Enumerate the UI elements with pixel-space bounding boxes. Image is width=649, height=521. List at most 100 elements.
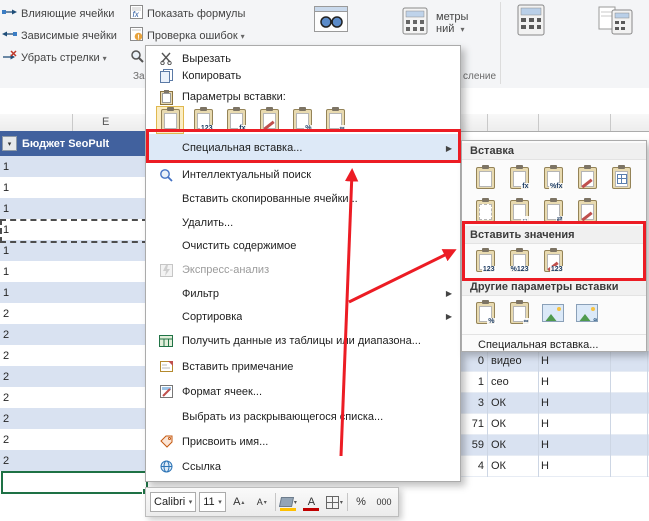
cut-icon: [154, 52, 178, 65]
menu-item-paste-special[interactable]: Специальная вставка... ▶: [146, 134, 460, 162]
table-row[interactable]: 2: [0, 324, 146, 345]
font-color-button[interactable]: А: [301, 492, 321, 512]
column-divider: [610, 114, 611, 131]
trace-precedents-label: Влияющие ячейки: [21, 8, 115, 20]
font-name-select[interactable]: Calibri ▾: [150, 492, 197, 512]
paste-formatting-button[interactable]: [255, 106, 283, 134]
table-row[interactable]: 1: [0, 177, 146, 198]
paste-merge-formatting-button[interactable]: [572, 196, 602, 226]
active-cell-selection[interactable]: [1, 471, 149, 495]
error-checking-icon: !: [130, 26, 143, 46]
paste-borders-button[interactable]: [606, 163, 636, 193]
evaluate-formula-button[interactable]: [130, 48, 144, 68]
paste-values-button[interactable]: 123: [189, 106, 217, 134]
font-size-select[interactable]: 11 ▾: [199, 492, 226, 512]
calculate-sheet-button[interactable]: [598, 5, 634, 39]
table-row[interactable]: 1: [0, 198, 146, 219]
table-row[interactable]: 2: [0, 429, 146, 450]
table-header-cell[interactable]: ▾ Бюджет SeoPult: [0, 131, 146, 156]
paste-button[interactable]: [470, 163, 500, 193]
paste-keep-column-widths-button[interactable]: ↔: [504, 196, 534, 226]
sheet-row[interactable]: 3 ОК Н: [461, 393, 649, 414]
table-row[interactable]: 1: [0, 156, 146, 177]
menu-item-format-cells[interactable]: Формат ячеек...: [146, 379, 460, 404]
menu-item-get-data[interactable]: Получить данные из таблицы или диапазона…: [146, 328, 460, 354]
table-row[interactable]: 2: [0, 450, 146, 471]
column-header-E[interactable]: E: [102, 116, 109, 128]
down-arrow-icon: ▾: [263, 499, 267, 506]
table-row[interactable]: 2: [0, 345, 146, 366]
fill-color-button[interactable]: ▾: [278, 492, 298, 512]
borders-grid-icon: [325, 495, 339, 509]
table-row[interactable]: 2: [0, 387, 146, 408]
paste-link-button[interactable]: ∞: [321, 106, 349, 134]
menu-item-link[interactable]: Ссылка: [146, 454, 460, 479]
up-arrow-icon: ▴: [241, 499, 245, 506]
calculate-now-button[interactable]: [514, 4, 548, 39]
trace-precedents-button[interactable]: Влияющие ячейки: [2, 4, 114, 24]
menu-item-paste-options: Параметры вставки:: [146, 88, 460, 106]
remove-arrows-icon: [2, 49, 17, 67]
trace-dependents-label: Зависимые ячейки: [21, 30, 117, 42]
menu-item-smart-lookup[interactable]: Интеллектуальный поиск: [146, 162, 460, 187]
filter-button[interactable]: ▾: [2, 136, 17, 151]
paste-percent-button[interactable]: %: [288, 106, 316, 134]
sheet-row[interactable]: 4 ОК Н: [461, 456, 649, 477]
paste-link-button[interactable]: ∞: [504, 298, 534, 328]
toolbar-separator: [347, 493, 348, 511]
trace-precedents-icon: [2, 5, 17, 23]
paste-button[interactable]: [156, 106, 184, 134]
menu-item-delete[interactable]: Удалить...: [146, 211, 460, 234]
table-row[interactable]: 2: [0, 366, 146, 387]
paste-transpose-button[interactable]: ⇄: [538, 196, 568, 226]
percent-style-button[interactable]: %: [351, 492, 371, 512]
dropdown-arrow-icon: ▾: [188, 499, 193, 506]
other-paste-icons-row: % ∞ ∞: [462, 296, 646, 330]
table-row[interactable]: 1: [0, 261, 146, 282]
paste-values-button[interactable]: 123: [470, 246, 500, 276]
menu-item-pick-from-list[interactable]: Выбрать из раскрывающегося списка...: [146, 404, 460, 429]
watch-window-button[interactable]: [314, 5, 348, 36]
borders-button[interactable]: ▾: [324, 492, 344, 512]
table-row[interactable]: 1: [0, 282, 146, 303]
calculation-options-button[interactable]: метры ний ▾: [402, 6, 468, 40]
submenu-item-paste-special[interactable]: Специальная вставка...: [462, 334, 646, 355]
paste-linked-picture-button[interactable]: ∞: [572, 298, 602, 328]
paste-values-source-formatting-button[interactable]: 123: [538, 246, 568, 276]
trace-dependents-button[interactable]: Зависимые ячейки: [2, 26, 117, 46]
menu-item-insert-copied-cells[interactable]: Вставить скопированные ячейки...: [146, 187, 460, 211]
paste-formulas-button[interactable]: fx: [504, 163, 534, 193]
paste-picture-button[interactable]: [538, 298, 568, 328]
sheet-row[interactable]: 71 ОК Н: [461, 414, 649, 435]
gridline: [610, 351, 611, 477]
error-checking-button[interactable]: ! Проверка ошибок ▾: [130, 26, 245, 46]
grow-font-button[interactable]: А ▴: [229, 492, 249, 512]
table-range-icon: [154, 335, 178, 347]
sheet-row[interactable]: 59 ОК Н: [461, 435, 649, 456]
paste-values-number-formatting-button[interactable]: %123: [504, 246, 534, 276]
comma-style-button[interactable]: 000: [374, 492, 394, 512]
menu-item-define-name[interactable]: Присвоить имя...: [146, 429, 460, 454]
paste-formatting-button[interactable]: %: [470, 298, 500, 328]
calculate-sheet-icon: [598, 4, 634, 41]
shrink-font-button[interactable]: А ▾: [252, 492, 272, 512]
show-formulas-button[interactable]: fx Показать формулы: [130, 4, 245, 24]
note-icon: [154, 361, 178, 372]
paste-formulas-number-formatting-button[interactable]: %fx: [538, 163, 568, 193]
menu-item-sort[interactable]: Сортировка ▶: [146, 305, 460, 328]
paste-keep-source-formatting-button[interactable]: [572, 163, 602, 193]
menu-item-copy[interactable]: Копировать: [146, 67, 460, 84]
menu-item-filter[interactable]: Фильтр ▶: [146, 282, 460, 305]
menu-item-clear-contents[interactable]: Очистить содержимое: [146, 234, 460, 258]
clipboard-icon: [154, 89, 178, 105]
error-checking-label: Проверка ошибок: [147, 30, 238, 42]
menu-item-insert-note[interactable]: Вставить примечание: [146, 354, 460, 379]
remove-arrows-button[interactable]: Убрать стрелки ▾: [2, 48, 107, 68]
table-row[interactable]: 2: [0, 303, 146, 324]
paste-formulas-button[interactable]: fx: [222, 106, 250, 134]
table-row[interactable]: 2: [0, 408, 146, 429]
sheet-row[interactable]: 1 ceo Н: [461, 372, 649, 393]
paste-no-borders-button[interactable]: [470, 196, 500, 226]
menu-item-cut[interactable]: Вырезать: [146, 50, 460, 67]
table-row[interactable]: 1: [0, 240, 146, 261]
